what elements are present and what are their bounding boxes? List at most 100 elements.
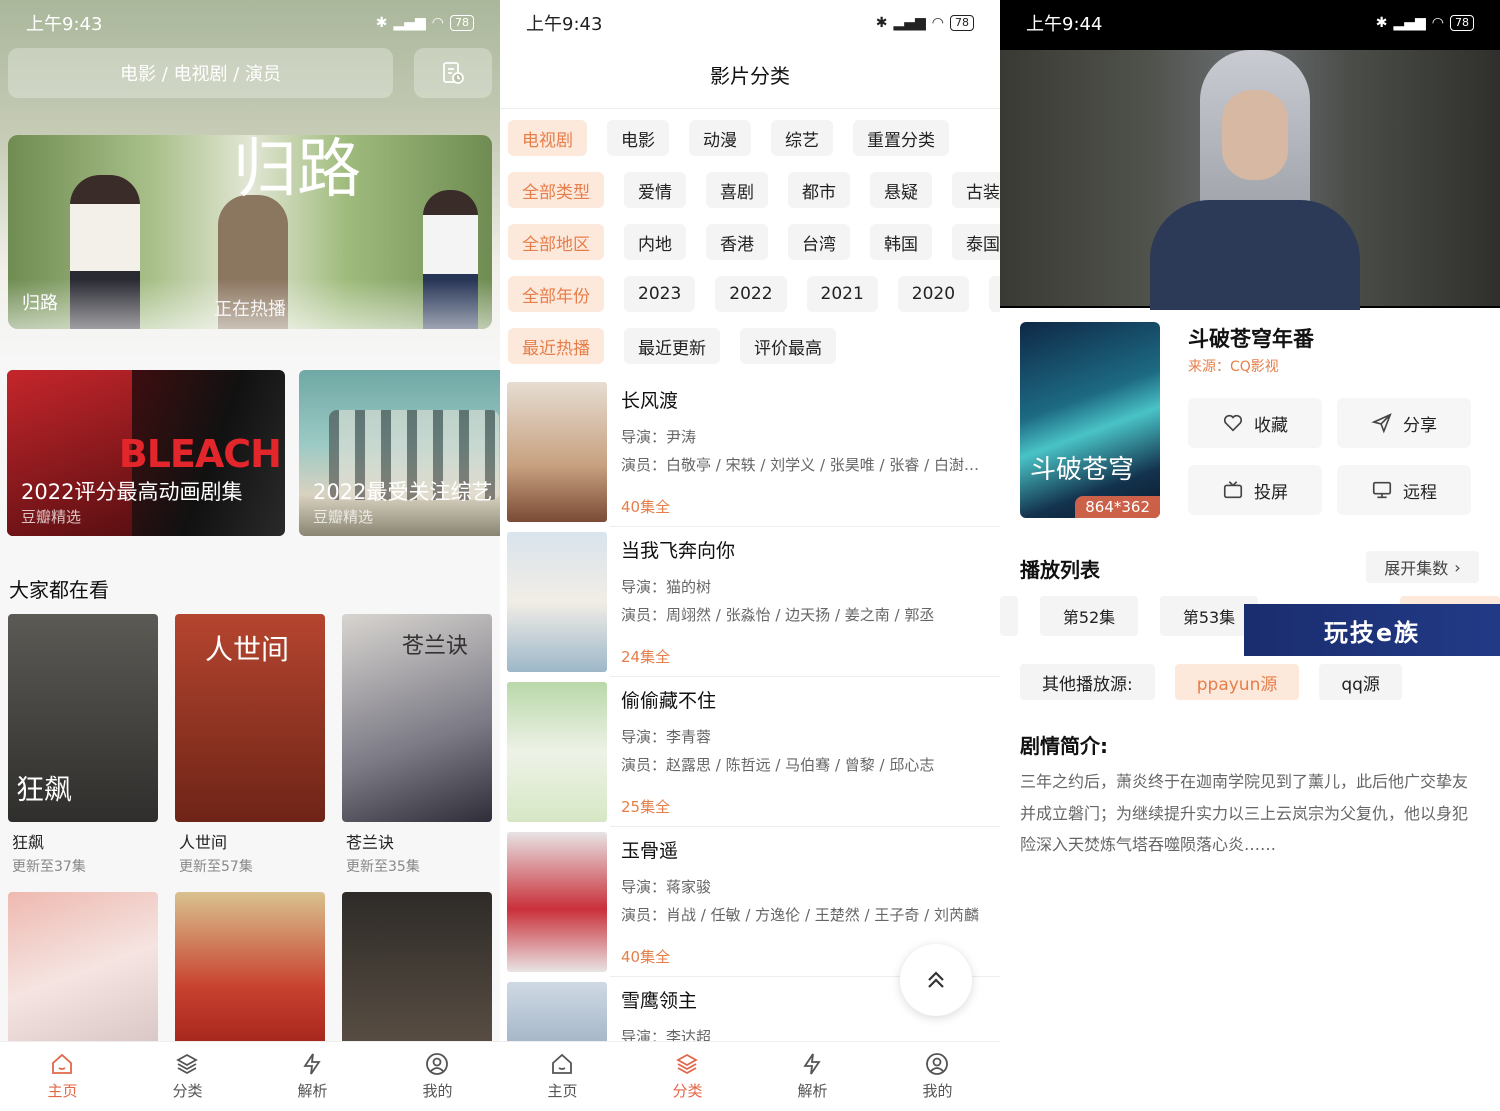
filter-chip[interactable]: 电视剧 <box>508 120 587 156</box>
poster-card[interactable]: 人世间 <box>175 614 325 822</box>
reset-filter-button[interactable]: 重置分类 <box>853 120 949 156</box>
section-title: 大家都在看 <box>9 578 109 602</box>
status-time: 上午9:43 <box>526 14 603 35</box>
filter-row-genre: 全部类型 爱情 喜剧 都市 悬疑 古装 <box>508 172 1000 208</box>
list-item[interactable]: 长风渡 导演：尹涛 演员：白敬亭 / 宋轶 / 刘学义 / 张昊唯 / 张睿 /… <box>507 382 1000 522</box>
favorite-button[interactable]: 收藏 <box>1188 398 1322 448</box>
history-icon <box>443 62 464 84</box>
filter-chip[interactable]: 全部类型 <box>508 172 604 208</box>
video-player[interactable] <box>1000 46 1500 310</box>
wifi-icon: ◠ <box>431 15 444 31</box>
promo-logo: BLEACH <box>118 432 282 476</box>
scroll-to-top-button[interactable] <box>900 944 972 1016</box>
synopsis-title: 剧情简介: <box>1020 734 1108 758</box>
source-chip[interactable]: ppayun源 <box>1174 664 1300 700</box>
page-title: 影片分类 <box>710 64 790 88</box>
source-row: 其他播放源: ppayun源 qq源 <box>1020 664 1402 700</box>
poster-card[interactable]: 苍兰诀 <box>342 614 492 822</box>
double-chevron-up-icon <box>928 971 944 988</box>
banner-title: 归路 <box>22 293 58 314</box>
home-icon <box>552 1053 573 1074</box>
search-bar[interactable]: 电影 / 电视剧 / 演员 <box>8 48 393 98</box>
cover-image: 斗破苍穹 864*362 <box>1020 322 1160 518</box>
layers-icon <box>176 1053 199 1075</box>
bottom-tab-bar: 主页 分类 解析 我的 <box>500 1041 1000 1111</box>
filter-chip[interactable]: 全部地区 <box>508 224 604 260</box>
list-item[interactable]: 当我飞奔向你 导演：猫的树 演员：周翊然 / 张淼怡 / 边天扬 / 姜之南 /… <box>507 532 1000 672</box>
promo-card-anime[interactable]: BLEACH 2022评分最高动画剧集 豆瓣精选 <box>7 370 285 536</box>
list-thumbnail <box>507 682 607 822</box>
filter-chip[interactable]: 全部年份 <box>508 276 604 312</box>
filter-chip[interactable]: 最近更新 <box>624 328 720 364</box>
cast-button[interactable]: 投屏 <box>1188 465 1322 515</box>
remote-button[interactable]: 远程 <box>1337 465 1471 515</box>
promo-title: 2022评分最高动画剧集 <box>21 480 243 504</box>
expand-episodes-button[interactable]: 展开集数 › <box>1366 551 1479 583</box>
cover-size-badge: 864*362 <box>1075 496 1160 518</box>
filter-chip[interactable]: 悬疑 <box>870 172 932 208</box>
promo-subtitle: 豆瓣精选 <box>313 508 374 526</box>
tab-home[interactable]: 主页 <box>547 1052 578 1101</box>
list-thumbnail <box>507 382 607 522</box>
user-icon <box>426 1053 449 1075</box>
filter-chip[interactable]: 韩国 <box>870 224 932 260</box>
filter-chip[interactable]: 2019 <box>989 276 1000 312</box>
promo-title: 2022最受关注综艺 <box>313 480 493 504</box>
filter-chip[interactable]: 爱情 <box>624 172 686 208</box>
filter-chip[interactable]: 2022 <box>715 276 787 312</box>
filter-chip[interactable]: 2020 <box>897 276 970 312</box>
filter-chip[interactable]: 台湾 <box>788 224 850 260</box>
filter-chip[interactable]: 动漫 <box>689 120 751 156</box>
filter-chip[interactable]: 内地 <box>624 224 686 260</box>
poster-card[interactable]: 狂飙 <box>8 614 158 822</box>
bluetooth-icon: ✱ <box>875 15 888 31</box>
filter-chip[interactable]: 古装 <box>952 172 1000 208</box>
filter-chip[interactable]: 2021 <box>806 276 878 312</box>
poster-card[interactable] <box>8 892 158 1052</box>
episode-button[interactable]: 第52集 <box>1040 596 1138 636</box>
filter-chip[interactable]: 综艺 <box>771 120 833 156</box>
cover-art-title: 斗破苍穹 <box>1030 455 1135 485</box>
tab-me[interactable]: 我的 <box>922 1052 953 1101</box>
chevron-right-icon: › <box>1454 557 1461 577</box>
lightning-icon <box>803 1053 822 1075</box>
filter-chip[interactable]: 最近热播 <box>508 328 604 364</box>
poster-card[interactable] <box>342 892 492 1052</box>
filter-chip[interactable]: 喜剧 <box>706 172 768 208</box>
filter-chip[interactable]: 评价最高 <box>740 328 836 364</box>
filter-chip[interactable]: 泰国 <box>952 224 1000 260</box>
other-sources-label: 其他播放源: <box>1020 664 1155 700</box>
filter-chip[interactable]: 香港 <box>706 224 768 260</box>
poster-update: 更新至37集 <box>12 859 86 875</box>
share-button[interactable]: 分享 <box>1337 398 1471 448</box>
poster-update: 更新至57集 <box>179 859 253 875</box>
battery-icon: 78 <box>1450 15 1474 31</box>
featured-banner[interactable]: 归路 归路 正在热播 <box>8 135 492 329</box>
history-button[interactable] <box>414 48 492 98</box>
status-bar: 上午9:43 ✱ ▂▄▆ ◠ 78 <box>500 0 1000 46</box>
tab-category[interactable]: 分类 <box>172 1052 203 1101</box>
filter-chip[interactable]: 2023 <box>624 276 696 312</box>
tab-parse[interactable]: 解析 <box>297 1052 328 1101</box>
synopsis-text: 三年之约后，萧炎终于在迦南学院见到了薰儿，此后他广交挚友并成立磐门；为继续提升实… <box>1020 772 1469 854</box>
tab-parse[interactable]: 解析 <box>797 1052 828 1101</box>
promo-card-variety[interactable]: 2022最受关注综艺 豆瓣精选 <box>299 370 500 536</box>
layers-icon <box>676 1053 699 1075</box>
battery-icon: 78 <box>950 15 974 31</box>
poster-card[interactable] <box>175 892 325 1052</box>
monitor-icon <box>1372 481 1392 499</box>
wifi-icon: ◠ <box>931 15 944 31</box>
status-time: 上午9:43 <box>26 14 103 35</box>
source-chip[interactable]: qq源 <box>1319 664 1402 700</box>
filter-row-year: 全部年份 2023 2022 2021 2020 2019 <box>508 276 1000 312</box>
send-icon <box>1371 413 1392 434</box>
tab-home[interactable]: 主页 <box>47 1052 78 1101</box>
filter-chip[interactable]: 电影 <box>607 120 669 156</box>
poster-name: 狂飙 <box>12 833 45 852</box>
list-item[interactable]: 偷偷藏不住 导演：李青蓉 演员：赵露思 / 陈哲远 / 马伯骞 / 曾黎 / 邱… <box>507 682 1000 822</box>
promo-subtitle: 豆瓣精选 <box>21 508 82 526</box>
tab-category[interactable]: 分类 <box>672 1052 703 1101</box>
user-icon <box>926 1053 949 1075</box>
tab-me[interactable]: 我的 <box>422 1052 453 1101</box>
filter-chip[interactable]: 都市 <box>788 172 850 208</box>
